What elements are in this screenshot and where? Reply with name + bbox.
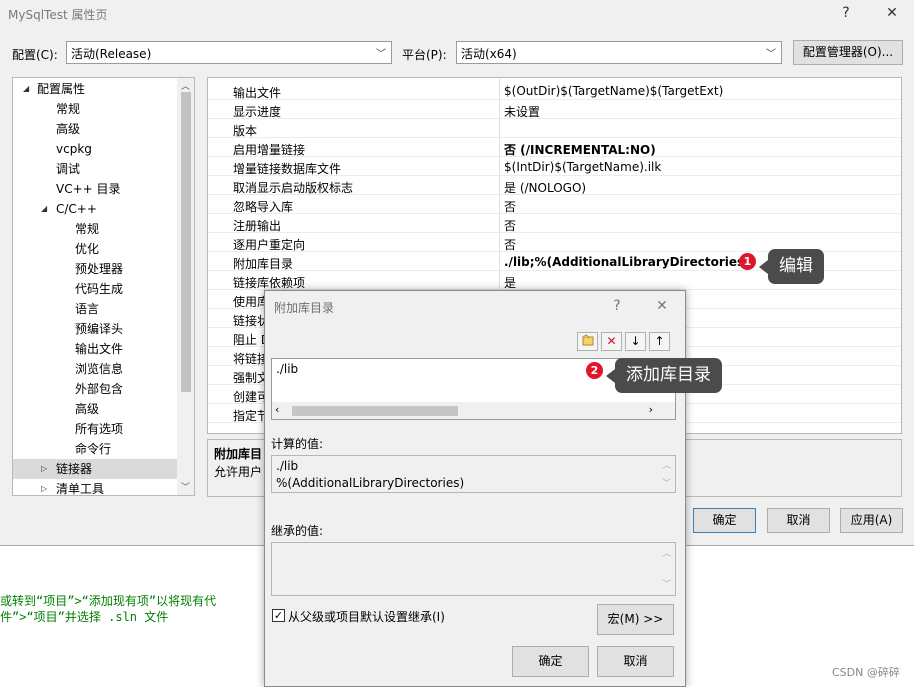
dialog-ok-button[interactable]: 确定 <box>512 646 589 677</box>
platform-value: 活动(x64) <box>461 47 517 61</box>
platform-label: 平台(P): <box>402 48 447 62</box>
computed-value: %(AdditionalLibraryDirectories) <box>276 476 465 490</box>
config-select[interactable]: 活动(Release) ﹀ <box>66 41 392 64</box>
tree-scrollbar[interactable]: ︿ ﹀ <box>177 78 194 495</box>
move-down-icon[interactable]: ↓ <box>625 332 646 351</box>
description-title: 附加库目 <box>214 447 263 461</box>
help-icon[interactable]: ? <box>607 298 627 314</box>
chevron-down-icon: ﹀ <box>376 49 386 60</box>
tree-item[interactable]: 输出文件 <box>13 339 179 359</box>
horizontal-scroll-thumb[interactable] <box>292 406 458 416</box>
tree-item-linker[interactable]: ▷ 链接器 <box>13 459 179 479</box>
inherited-values-box: ︿ ﹀ <box>271 542 676 596</box>
expand-arrow-icon[interactable]: ◢ <box>41 199 47 219</box>
tree-item[interactable]: 浏览信息 <box>13 359 179 379</box>
ok-button[interactable]: 确定 <box>693 508 756 533</box>
config-manager-button[interactable]: 配置管理器(O)... <box>793 40 903 65</box>
additional-lib-dirs-dialog: 附加库目录 ? ✕ ✕ ↓ ↑ ./lib ‹ › 计算的值: ./lib %(… <box>264 290 686 687</box>
tree-item-config-props[interactable]: ◢ 配置属性 <box>13 79 179 99</box>
computed-values-box: ./lib %(AdditionalLibraryDirectories) ︿ ﹀ <box>271 455 676 493</box>
callout-badge-2: 2 <box>586 362 603 379</box>
tree-item[interactable]: 代码生成 <box>13 279 179 299</box>
callout-edit: 编辑 <box>759 249 824 284</box>
inherited-values-label: 继承的值: <box>271 524 324 538</box>
inherit-checkbox[interactable]: ✓ <box>272 609 285 622</box>
tree-item[interactable]: 命令行 <box>13 439 179 459</box>
grid-row[interactable]: 忽略导入库否 <box>208 195 901 214</box>
code-line-1: 或转到“项目”>“添加现有项”以将现有代 <box>0 594 217 608</box>
scroll-down-icon[interactable]: ﹀ <box>181 480 190 493</box>
scroll-up-icon[interactable]: ︿ <box>181 79 190 92</box>
tree-item[interactable]: 优化 <box>13 239 179 259</box>
horizontal-scrollbar[interactable]: ‹ › <box>272 402 675 419</box>
new-line-icon[interactable] <box>577 332 598 351</box>
move-up-icon[interactable]: ↑ <box>649 332 670 351</box>
scroll-left-icon[interactable]: ‹ <box>275 403 279 416</box>
computed-values-label: 计算的值: <box>271 437 324 451</box>
config-value: 活动(Release) <box>71 47 152 61</box>
chevron-down-icon: ﹀ <box>766 49 776 60</box>
callout-add-lib-dir: 添加库目录 <box>606 358 722 393</box>
tree-item[interactable]: 预编译头 <box>13 319 179 339</box>
tree-item[interactable]: 所有选项 <box>13 419 179 439</box>
tree-item[interactable]: vcpkg <box>13 139 179 159</box>
dialog-cancel-button[interactable]: 取消 <box>597 646 674 677</box>
tree-item[interactable]: 调试 <box>13 159 179 179</box>
tree-item[interactable]: 外部包含 <box>13 379 179 399</box>
scroll-right-icon[interactable]: › <box>649 403 653 416</box>
help-icon[interactable]: ? <box>836 5 856 21</box>
expand-arrow-icon[interactable]: ▷ <box>41 479 47 495</box>
platform-select[interactable]: 活动(x64) ﹀ <box>456 41 782 64</box>
grid-row[interactable]: 输出文件 $(OutDir)$(TargetName)$(TargetExt) <box>208 81 901 100</box>
callout-badge-1: 1 <box>739 253 756 270</box>
tree-item[interactable]: 预处理器 <box>13 259 179 279</box>
grid-row[interactable]: 版本 <box>208 119 901 138</box>
inherit-checkbox-label: 从父级或项目默认设置继承(I) <box>288 610 445 624</box>
close-icon[interactable]: ✕ <box>882 5 902 21</box>
expand-arrow-icon[interactable]: ◢ <box>23 79 29 99</box>
code-line-2: 件”>“项目”并选择 .sln 文件 <box>0 610 169 624</box>
tree-item[interactable]: 语言 <box>13 299 179 319</box>
expand-arrow-icon[interactable]: ▷ <box>41 459 47 479</box>
grid-row[interactable]: 启用增量链接否 (/INCREMENTAL:NO) <box>208 138 901 157</box>
watermark: CSDN @碎碎 <box>832 666 900 679</box>
apply-button[interactable]: 应用(A) <box>840 508 903 533</box>
tree-item[interactable]: 高级 <box>13 119 179 139</box>
tree-item[interactable]: 高级 <box>13 399 179 419</box>
grid-row[interactable]: 显示进度 未设置 <box>208 100 901 119</box>
tree-item[interactable]: 常规 <box>13 99 179 119</box>
tree-scroll-thumb[interactable] <box>181 92 191 392</box>
cancel-button[interactable]: 取消 <box>767 508 830 533</box>
computed-value: ./lib <box>276 459 299 473</box>
vertical-scrollbar[interactable]: ︿ ﹀ <box>658 456 675 492</box>
window-title: MySqlTest 属性页 <box>8 8 108 22</box>
dialog-title: 附加库目录 <box>274 301 335 315</box>
grid-row[interactable]: 注册输出否 <box>208 214 901 233</box>
grid-row[interactable]: 增量链接数据库文件 $(IntDir)$(TargetName).ilk <box>208 157 901 176</box>
config-label: 配置(C): <box>12 48 58 62</box>
tree-item-manifest-tool[interactable]: ▷ 清单工具 <box>13 479 179 495</box>
tree-item[interactable]: 常规 <box>13 219 179 239</box>
description-text: 允许用户 <box>214 465 263 479</box>
tree-item-cpp[interactable]: ◢ C/C++ <box>13 199 179 219</box>
property-tree[interactable]: ◢ 配置属性 常规 高级 vcpkg 调试 VC++ 目录 ◢ C/C++ 常规… <box>12 77 195 496</box>
delete-icon[interactable]: ✕ <box>601 332 622 351</box>
directory-entry[interactable]: ./lib <box>276 362 298 376</box>
tree-item[interactable]: VC++ 目录 <box>13 179 179 199</box>
close-icon[interactable]: ✕ <box>652 298 672 314</box>
vertical-scrollbar[interactable]: ︿ ﹀ <box>658 543 675 595</box>
grid-row[interactable]: 取消显示启动版权标志是 (/NOLOGO) <box>208 176 901 195</box>
macro-button[interactable]: 宏(M) >> <box>597 604 674 635</box>
